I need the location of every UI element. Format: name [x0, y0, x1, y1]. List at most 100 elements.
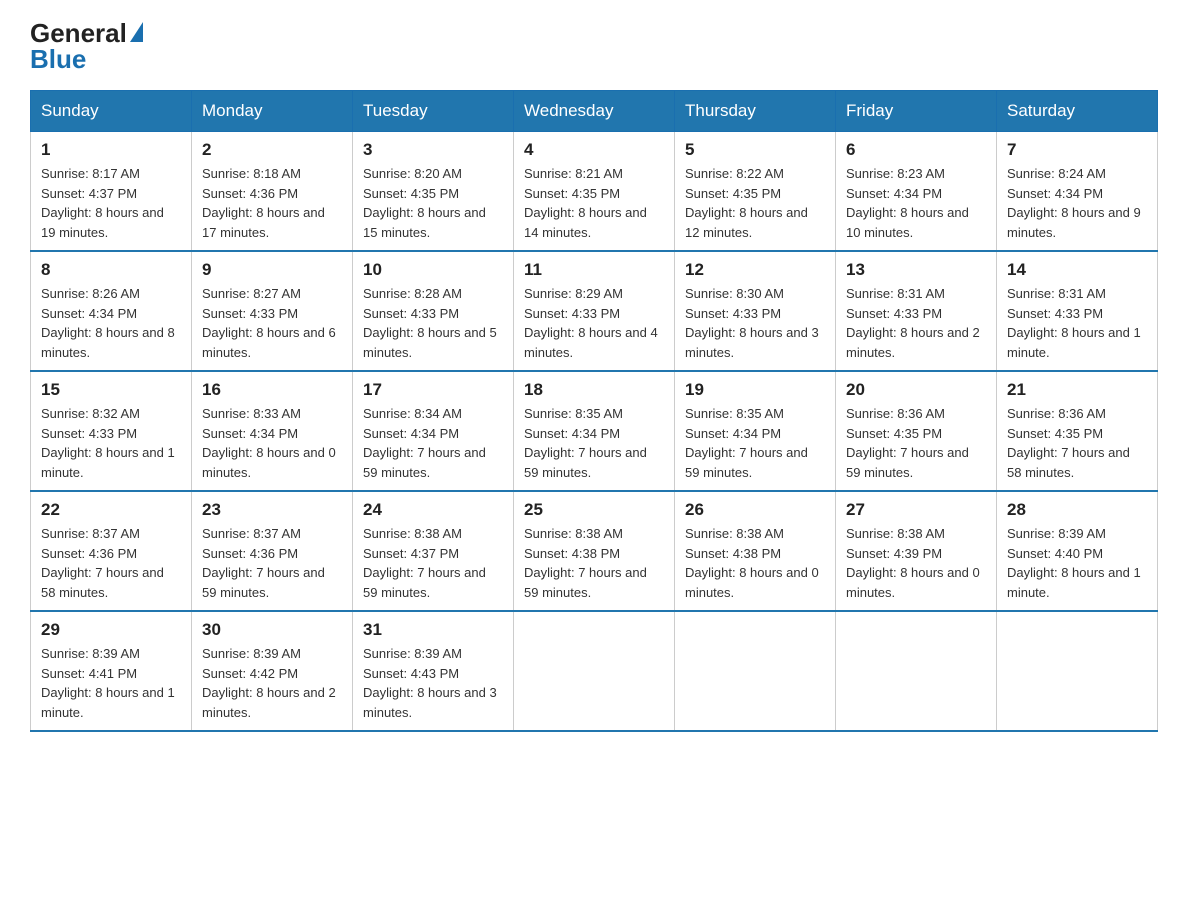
day-info: Sunrise: 8:33 AMSunset: 4:34 PMDaylight:… [202, 406, 336, 480]
calendar-cell: 21 Sunrise: 8:36 AMSunset: 4:35 PMDaylig… [997, 371, 1158, 491]
logo-blue: Blue [30, 46, 143, 72]
calendar-body: 1 Sunrise: 8:17 AMSunset: 4:37 PMDayligh… [31, 132, 1158, 732]
calendar-cell: 14 Sunrise: 8:31 AMSunset: 4:33 PMDaylig… [997, 251, 1158, 371]
day-number: 18 [524, 380, 664, 400]
day-info: Sunrise: 8:31 AMSunset: 4:33 PMDaylight:… [846, 286, 980, 360]
day-info: Sunrise: 8:36 AMSunset: 4:35 PMDaylight:… [1007, 406, 1130, 480]
day-info: Sunrise: 8:21 AMSunset: 4:35 PMDaylight:… [524, 166, 647, 240]
day-info: Sunrise: 8:28 AMSunset: 4:33 PMDaylight:… [363, 286, 497, 360]
day-number: 11 [524, 260, 664, 280]
calendar-cell: 22 Sunrise: 8:37 AMSunset: 4:36 PMDaylig… [31, 491, 192, 611]
calendar-cell [836, 611, 997, 731]
day-number: 10 [363, 260, 503, 280]
header-tuesday: Tuesday [353, 91, 514, 132]
calendar-week-2: 8 Sunrise: 8:26 AMSunset: 4:34 PMDayligh… [31, 251, 1158, 371]
calendar-cell: 29 Sunrise: 8:39 AMSunset: 4:41 PMDaylig… [31, 611, 192, 731]
calendar-cell: 23 Sunrise: 8:37 AMSunset: 4:36 PMDaylig… [192, 491, 353, 611]
day-number: 22 [41, 500, 181, 520]
day-info: Sunrise: 8:22 AMSunset: 4:35 PMDaylight:… [685, 166, 808, 240]
day-number: 9 [202, 260, 342, 280]
header-friday: Friday [836, 91, 997, 132]
day-number: 4 [524, 140, 664, 160]
day-info: Sunrise: 8:17 AMSunset: 4:37 PMDaylight:… [41, 166, 164, 240]
calendar-cell: 17 Sunrise: 8:34 AMSunset: 4:34 PMDaylig… [353, 371, 514, 491]
calendar-cell: 5 Sunrise: 8:22 AMSunset: 4:35 PMDayligh… [675, 132, 836, 252]
calendar-cell: 9 Sunrise: 8:27 AMSunset: 4:33 PMDayligh… [192, 251, 353, 371]
calendar-cell: 19 Sunrise: 8:35 AMSunset: 4:34 PMDaylig… [675, 371, 836, 491]
calendar-cell: 8 Sunrise: 8:26 AMSunset: 4:34 PMDayligh… [31, 251, 192, 371]
day-info: Sunrise: 8:35 AMSunset: 4:34 PMDaylight:… [685, 406, 808, 480]
day-info: Sunrise: 8:27 AMSunset: 4:33 PMDaylight:… [202, 286, 336, 360]
calendar-cell: 15 Sunrise: 8:32 AMSunset: 4:33 PMDaylig… [31, 371, 192, 491]
day-number: 23 [202, 500, 342, 520]
day-number: 17 [363, 380, 503, 400]
calendar-cell: 25 Sunrise: 8:38 AMSunset: 4:38 PMDaylig… [514, 491, 675, 611]
day-info: Sunrise: 8:38 AMSunset: 4:38 PMDaylight:… [685, 526, 819, 600]
day-info: Sunrise: 8:37 AMSunset: 4:36 PMDaylight:… [202, 526, 325, 600]
calendar-week-3: 15 Sunrise: 8:32 AMSunset: 4:33 PMDaylig… [31, 371, 1158, 491]
calendar-cell: 31 Sunrise: 8:39 AMSunset: 4:43 PMDaylig… [353, 611, 514, 731]
day-number: 19 [685, 380, 825, 400]
calendar-cell: 6 Sunrise: 8:23 AMSunset: 4:34 PMDayligh… [836, 132, 997, 252]
calendar-cell: 11 Sunrise: 8:29 AMSunset: 4:33 PMDaylig… [514, 251, 675, 371]
calendar-cell: 20 Sunrise: 8:36 AMSunset: 4:35 PMDaylig… [836, 371, 997, 491]
day-number: 12 [685, 260, 825, 280]
calendar-cell: 18 Sunrise: 8:35 AMSunset: 4:34 PMDaylig… [514, 371, 675, 491]
day-number: 27 [846, 500, 986, 520]
day-number: 24 [363, 500, 503, 520]
header-row: SundayMondayTuesdayWednesdayThursdayFrid… [31, 91, 1158, 132]
day-number: 8 [41, 260, 181, 280]
header-saturday: Saturday [997, 91, 1158, 132]
day-number: 28 [1007, 500, 1147, 520]
calendar-cell: 26 Sunrise: 8:38 AMSunset: 4:38 PMDaylig… [675, 491, 836, 611]
calendar-week-1: 1 Sunrise: 8:17 AMSunset: 4:37 PMDayligh… [31, 132, 1158, 252]
day-number: 15 [41, 380, 181, 400]
day-info: Sunrise: 8:24 AMSunset: 4:34 PMDaylight:… [1007, 166, 1141, 240]
day-info: Sunrise: 8:26 AMSunset: 4:34 PMDaylight:… [41, 286, 175, 360]
day-number: 6 [846, 140, 986, 160]
day-info: Sunrise: 8:39 AMSunset: 4:41 PMDaylight:… [41, 646, 175, 720]
day-info: Sunrise: 8:18 AMSunset: 4:36 PMDaylight:… [202, 166, 325, 240]
calendar-cell [675, 611, 836, 731]
calendar-cell [997, 611, 1158, 731]
logo-general: General [30, 20, 127, 46]
calendar-cell: 1 Sunrise: 8:17 AMSunset: 4:37 PMDayligh… [31, 132, 192, 252]
calendar-cell: 28 Sunrise: 8:39 AMSunset: 4:40 PMDaylig… [997, 491, 1158, 611]
day-number: 26 [685, 500, 825, 520]
day-info: Sunrise: 8:39 AMSunset: 4:42 PMDaylight:… [202, 646, 336, 720]
header-wednesday: Wednesday [514, 91, 675, 132]
calendar-cell: 13 Sunrise: 8:31 AMSunset: 4:33 PMDaylig… [836, 251, 997, 371]
calendar-cell: 12 Sunrise: 8:30 AMSunset: 4:33 PMDaylig… [675, 251, 836, 371]
calendar-cell: 16 Sunrise: 8:33 AMSunset: 4:34 PMDaylig… [192, 371, 353, 491]
calendar-cell: 10 Sunrise: 8:28 AMSunset: 4:33 PMDaylig… [353, 251, 514, 371]
calendar-cell: 4 Sunrise: 8:21 AMSunset: 4:35 PMDayligh… [514, 132, 675, 252]
logo-triangle-icon [130, 22, 143, 42]
calendar-cell: 2 Sunrise: 8:18 AMSunset: 4:36 PMDayligh… [192, 132, 353, 252]
calendar-cell: 24 Sunrise: 8:38 AMSunset: 4:37 PMDaylig… [353, 491, 514, 611]
day-number: 21 [1007, 380, 1147, 400]
day-number: 13 [846, 260, 986, 280]
day-info: Sunrise: 8:20 AMSunset: 4:35 PMDaylight:… [363, 166, 486, 240]
day-number: 29 [41, 620, 181, 640]
day-info: Sunrise: 8:38 AMSunset: 4:37 PMDaylight:… [363, 526, 486, 600]
day-info: Sunrise: 8:23 AMSunset: 4:34 PMDaylight:… [846, 166, 969, 240]
calendar-cell: 27 Sunrise: 8:38 AMSunset: 4:39 PMDaylig… [836, 491, 997, 611]
calendar-cell [514, 611, 675, 731]
day-number: 31 [363, 620, 503, 640]
calendar-week-4: 22 Sunrise: 8:37 AMSunset: 4:36 PMDaylig… [31, 491, 1158, 611]
day-number: 14 [1007, 260, 1147, 280]
day-number: 2 [202, 140, 342, 160]
day-number: 3 [363, 140, 503, 160]
day-number: 30 [202, 620, 342, 640]
day-info: Sunrise: 8:36 AMSunset: 4:35 PMDaylight:… [846, 406, 969, 480]
day-info: Sunrise: 8:38 AMSunset: 4:39 PMDaylight:… [846, 526, 980, 600]
header-sunday: Sunday [31, 91, 192, 132]
calendar-header: SundayMondayTuesdayWednesdayThursdayFrid… [31, 91, 1158, 132]
day-info: Sunrise: 8:38 AMSunset: 4:38 PMDaylight:… [524, 526, 647, 600]
day-info: Sunrise: 8:35 AMSunset: 4:34 PMDaylight:… [524, 406, 647, 480]
day-number: 25 [524, 500, 664, 520]
day-number: 20 [846, 380, 986, 400]
calendar-cell: 3 Sunrise: 8:20 AMSunset: 4:35 PMDayligh… [353, 132, 514, 252]
day-number: 1 [41, 140, 181, 160]
day-info: Sunrise: 8:34 AMSunset: 4:34 PMDaylight:… [363, 406, 486, 480]
